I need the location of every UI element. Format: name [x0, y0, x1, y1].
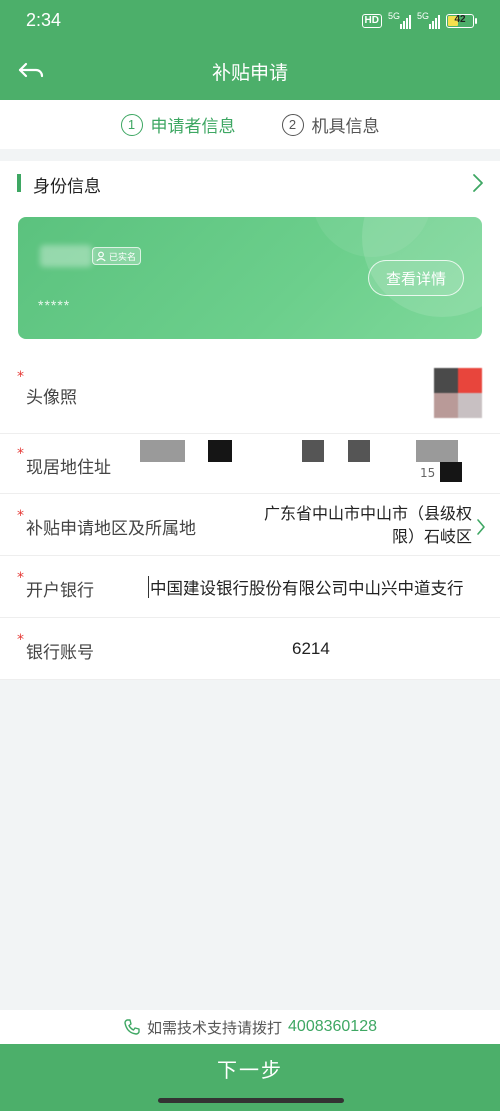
redacted-block	[416, 440, 458, 462]
support-phone[interactable]: 4008360128	[288, 1018, 377, 1036]
region-value: 广东省中山市中山市（县级权限）石岐区	[263, 504, 472, 546]
step-indicator: 1 申请者信息 2 机具信息	[0, 100, 500, 149]
account-label: 银行账号	[26, 643, 94, 663]
identity-card: 已实名 ***** 查看详情	[18, 217, 482, 339]
redacted-block	[348, 440, 370, 462]
status-bar: 2:34 HD 5G 5G 42	[0, 0, 500, 42]
avatar-photo[interactable]	[434, 368, 482, 418]
page-title: 补贴申请	[211, 62, 288, 84]
verified-user-icon	[96, 251, 106, 262]
chevron-right-icon	[477, 519, 485, 535]
avatar-label: 头像照	[26, 388, 77, 408]
identity-card-container: 已实名 ***** 查看详情	[0, 205, 500, 353]
section-accent-bar	[17, 174, 21, 192]
required-mark: *	[17, 570, 24, 586]
account-input[interactable]: 6214	[292, 639, 330, 659]
next-step-button[interactable]: 下一步	[0, 1044, 500, 1092]
battery-icon: 42	[446, 14, 477, 28]
status-time: 2:34	[26, 10, 62, 30]
support-text: 如需技术支持请拨打	[147, 1018, 283, 1037]
view-details-button[interactable]: 查看详情	[368, 260, 464, 296]
chevron-right-icon	[473, 174, 483, 192]
step-applicant-info[interactable]: 1 申请者信息	[120, 112, 236, 137]
status-icons: HD 5G 5G 42	[361, 11, 477, 30]
signal-icon-2: 5G	[417, 11, 440, 29]
step-label: 申请者信息	[150, 117, 236, 137]
redacted-block	[208, 440, 232, 462]
redacted-block	[140, 440, 185, 462]
home-indicator[interactable]	[158, 1098, 344, 1103]
verified-badge: 已实名	[92, 247, 142, 265]
step-number: 2	[281, 113, 304, 136]
address-value-tail: 15	[420, 466, 436, 480]
phone-icon	[124, 1019, 140, 1035]
redacted-block	[440, 462, 462, 482]
support-line[interactable]: 如需技术支持请拨打 4008360128	[0, 1010, 500, 1044]
required-mark: *	[17, 632, 24, 648]
required-mark: *	[17, 369, 24, 385]
bank-label: 开户银行	[26, 581, 94, 601]
hd-badge: HD	[361, 14, 382, 28]
address-row[interactable]: * 现居地住址 15	[0, 434, 500, 494]
step-label: 机具信息	[311, 117, 380, 137]
identity-section-header[interactable]: 身份信息	[0, 161, 500, 205]
section-title: 身份信息	[33, 177, 101, 197]
step-machine-info[interactable]: 2 机具信息	[281, 112, 380, 137]
name-redacted	[40, 245, 92, 267]
address-label: 现居地住址	[26, 458, 111, 478]
masked-id-number: *****	[38, 297, 71, 313]
step-number: 1	[120, 113, 143, 136]
bank-input[interactable]: 中国建设银行股份有限公司中山兴中道支行	[148, 575, 464, 599]
region-label: 补贴申请地区及所属地	[26, 519, 196, 539]
account-row: * 银行账号 6214	[0, 618, 500, 680]
signal-icon: 5G	[388, 11, 411, 29]
app-header: 2:34 HD 5G 5G 42 补贴申请	[0, 0, 500, 100]
bank-row: * 开户银行 中国建设银行股份有限公司中山兴中道支行	[0, 556, 500, 618]
required-mark: *	[17, 446, 24, 462]
required-mark: *	[17, 508, 24, 524]
avatar-row[interactable]: * 头像照	[0, 353, 500, 434]
redacted-block	[302, 440, 324, 462]
region-row[interactable]: * 补贴申请地区及所属地 广东省中山市中山市（县级权限）石岐区	[0, 494, 500, 556]
